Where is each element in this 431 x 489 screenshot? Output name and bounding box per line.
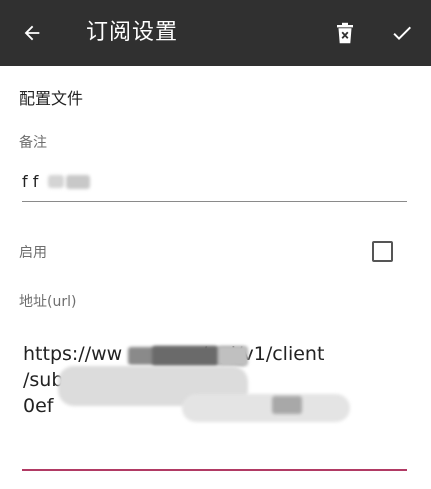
redaction-mask — [48, 175, 64, 188]
enable-label: 启用 — [19, 245, 47, 261]
app-bar: 订阅设置 — [0, 0, 431, 66]
arrow-back-icon — [24, 25, 40, 41]
redaction-mask — [272, 396, 302, 414]
section-title-profile: 配置文件 — [19, 89, 84, 108]
remark-value: f f — [22, 172, 39, 191]
back-button[interactable] — [15, 17, 49, 49]
redaction-mask — [152, 346, 218, 366]
enable-checkbox[interactable] — [372, 241, 393, 262]
subscription-settings-screen: 订阅设置 配置文件 备注 f f 启用 地址(url) https://ww /… — [0, 0, 431, 489]
delete-button[interactable] — [330, 17, 360, 49]
check-icon — [393, 26, 411, 40]
url-input[interactable]: https://ww /api/v1/client /subscribe?tok… — [22, 338, 407, 471]
confirm-button[interactable] — [385, 17, 419, 49]
page-title: 订阅设置 — [86, 20, 179, 45]
delete-icon — [337, 22, 353, 44]
redaction-mask — [182, 394, 350, 422]
remark-label: 备注 — [19, 135, 47, 151]
redaction-mask — [218, 346, 248, 366]
url-label: 地址(url) — [19, 294, 77, 310]
redaction-mask — [66, 175, 90, 189]
remark-input[interactable]: f f — [22, 170, 407, 202]
